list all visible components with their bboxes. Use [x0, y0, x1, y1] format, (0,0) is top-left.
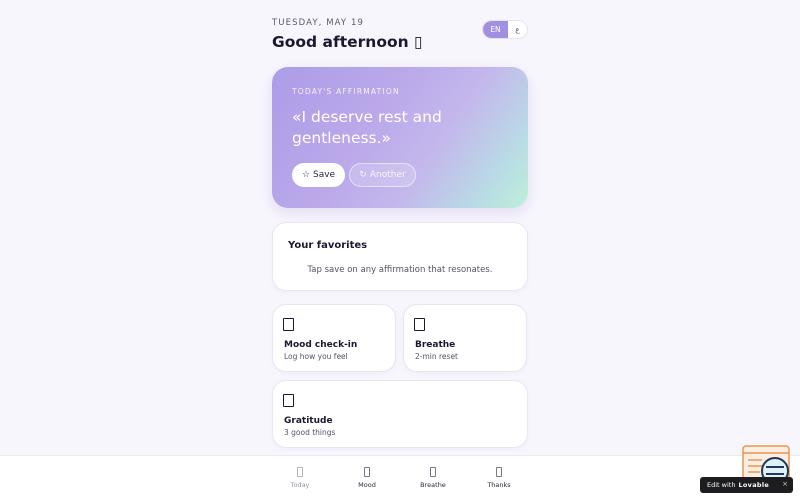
nav-item-today[interactable]: Today — [270, 456, 330, 500]
nav-label: Thanks — [487, 481, 511, 489]
breathe-tile[interactable]: Breathe 2-min reset — [403, 304, 527, 372]
mood-icon — [283, 318, 294, 331]
today-icon — [297, 467, 303, 477]
breathe-icon — [414, 318, 425, 331]
badge-prefix: Edit with — [707, 481, 736, 489]
header: TUESDAY, MAY 19 Good afternoon ▯ EN ع — [272, 18, 528, 58]
nav-item-mood[interactable]: Mood — [337, 456, 397, 500]
edit-with-lovable-badge[interactable]: Edit with Lovable × — [700, 477, 793, 493]
nav-item-breathe[interactable]: Breathe — [403, 456, 463, 500]
app-screen: TUESDAY, MAY 19 Good afternoon ▯ EN ع TO… — [0, 0, 800, 500]
nav-label: Today — [290, 481, 310, 489]
save-label: Save — [312, 170, 336, 180]
language-toggle: EN ع — [482, 20, 528, 39]
nav-item-thanks[interactable]: Thanks — [469, 456, 529, 500]
affirmation-quote: «I deserve rest and gentleness.» — [292, 108, 442, 147]
gratitude-icon — [283, 394, 294, 407]
nav-label: Mood — [358, 481, 376, 489]
refresh-icon: ↻ — [359, 170, 367, 180]
favorites-empty-text: Tap save on any affirmation that resonat… — [307, 265, 493, 275]
favorites-card: Your favorites Tap save on any affirmati… — [272, 222, 528, 291]
another-button[interactable]: ↻ Another — [349, 163, 416, 187]
tile-title: Mood check-in — [284, 340, 358, 350]
affirmation-label: TODAY'S AFFIRMATION — [292, 87, 400, 96]
mood-checkin-tile[interactable]: Mood check-in Log how you feel — [272, 304, 396, 372]
mood-icon — [364, 467, 370, 477]
lang-en-button[interactable]: EN — [483, 21, 508, 38]
gratitude-tile[interactable]: Gratitude 3 good things — [272, 380, 528, 448]
lovable-logo: Lovable — [738, 481, 770, 489]
tile-title: Breathe — [415, 340, 456, 350]
thanks-icon — [496, 467, 502, 477]
bottom-nav: Today Mood Breathe Thanks — [0, 455, 800, 500]
tile-title: Gratitude — [284, 416, 333, 426]
lang-ar-button[interactable]: ع — [508, 21, 527, 38]
star-icon: ☆ — [301, 170, 310, 180]
tile-subtitle: Log how you feel — [284, 352, 348, 361]
nav-label: Breathe — [420, 481, 446, 489]
save-button[interactable]: ☆ Save — [292, 163, 345, 187]
breathe-icon — [430, 467, 436, 477]
close-icon[interactable]: × — [782, 480, 788, 488]
tile-subtitle: 2-min reset — [415, 352, 459, 361]
favorites-title: Your favorites — [288, 240, 368, 251]
tile-subtitle: 3 good things — [284, 428, 336, 437]
another-label: Another — [369, 170, 406, 180]
